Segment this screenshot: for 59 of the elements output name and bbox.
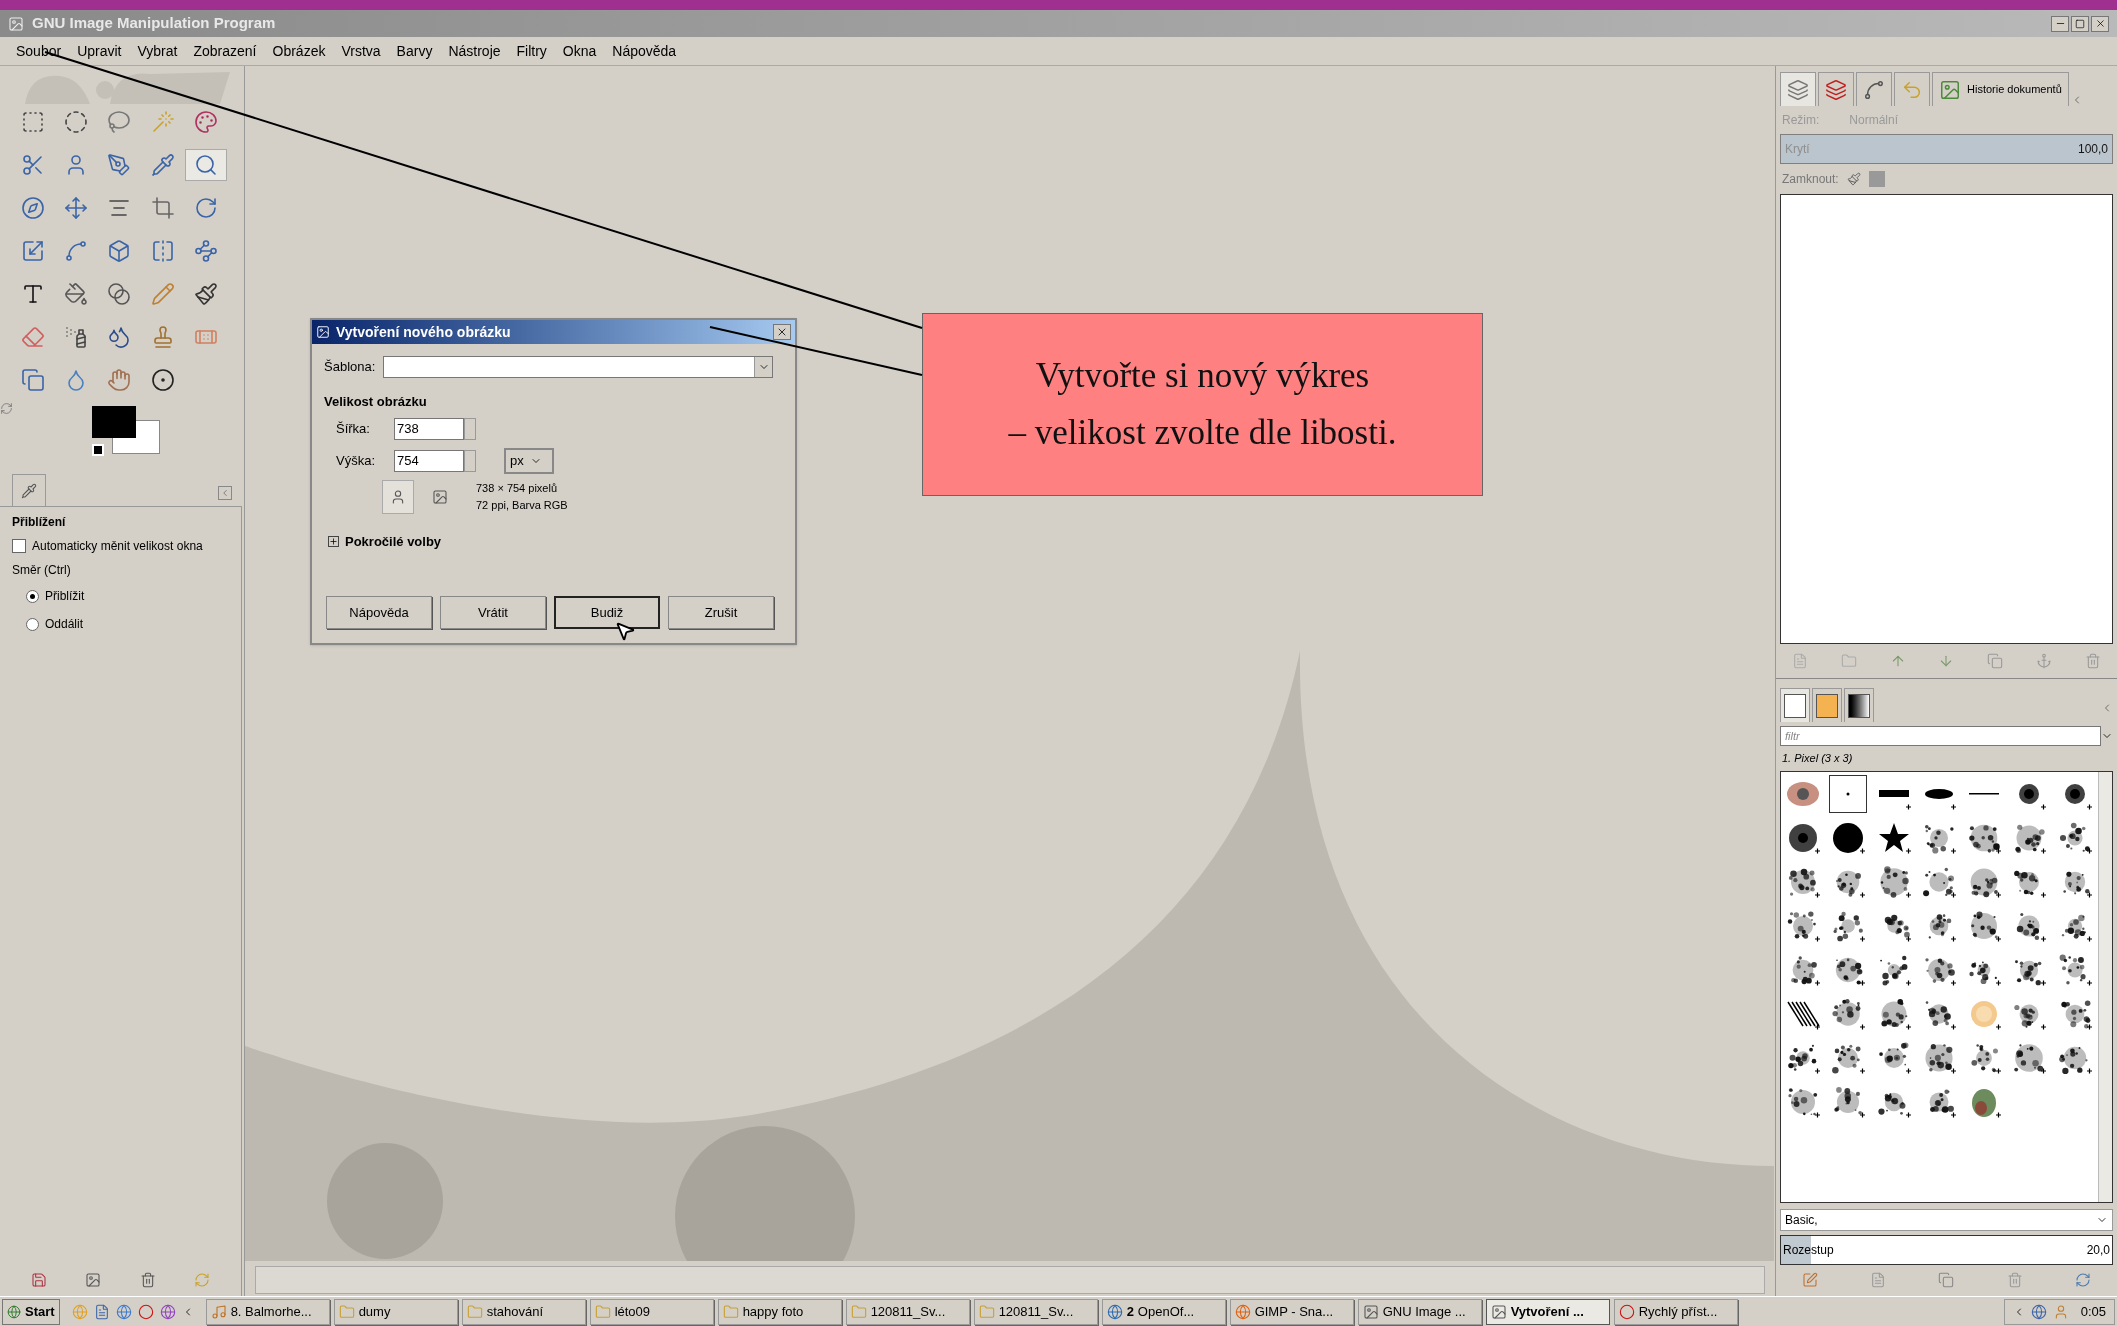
- taskbar-button[interactable]: 2 OpenOf...: [1101, 1298, 1226, 1325]
- taskbar-button[interactable]: 120811_Sv...: [845, 1298, 970, 1325]
- taskbar-button[interactable]: Vytvoření ...: [1485, 1298, 1610, 1325]
- width-label: Šířka:: [336, 419, 371, 438]
- taskbar-button[interactable]: léto09: [589, 1298, 714, 1325]
- dialog-button[interactable]: Nápověda: [326, 596, 432, 629]
- radio-label: Přiblížit: [45, 588, 85, 605]
- taskbar-button[interactable]: 8. Balmorhe...: [205, 1298, 330, 1325]
- direction-label: Směr (Ctrl): [12, 562, 72, 579]
- menu-item[interactable]: Nápověda: [608, 40, 681, 62]
- spacing-label: Rozestup: [1783, 1241, 1834, 1259]
- menu-item[interactable]: Vrstva: [337, 40, 385, 62]
- spacing-slider[interactable]: Rozestup 20,0: [1780, 1234, 2113, 1265]
- height-field[interactable]: 754: [394, 449, 464, 472]
- mode-label: Režim:: [1782, 112, 1820, 129]
- menu-item[interactable]: Soubor: [12, 40, 66, 62]
- checkbox-label: Automaticky měnit velikost okna: [32, 538, 203, 555]
- taskbar-button[interactable]: stahování: [461, 1298, 586, 1325]
- callout-text: Vytvořte si nový výkres: [1035, 355, 1370, 397]
- taskbar-button[interactable]: dumy: [333, 1298, 458, 1325]
- taskbar-button[interactable]: GIMP - Sna...: [1229, 1298, 1354, 1325]
- dialog-button[interactable]: Budiž: [554, 596, 660, 629]
- callout-text: – velikost zvolte dle libosti.: [1008, 411, 1397, 454]
- menu-item[interactable]: Obrázek: [268, 40, 330, 62]
- menu-item[interactable]: Filtry: [512, 40, 551, 62]
- unit-dropdown[interactable]: px: [504, 447, 554, 474]
- taskbar-button[interactable]: 120811_Sv...: [973, 1298, 1098, 1325]
- menu-item[interactable]: Nástroje: [444, 40, 505, 62]
- taskbar-button[interactable]: Rychlý příst...: [1613, 1298, 1738, 1325]
- brush-name: 1. Pixel (3 x 3): [1781, 751, 1854, 766]
- opacity-value: 100,0: [2077, 141, 2108, 158]
- lock-label: Zamknout:: [1782, 171, 1839, 188]
- menu-item[interactable]: Zobrazení: [189, 40, 261, 62]
- menu-item[interactable]: Vybrat: [133, 40, 182, 62]
- menu-item[interactable]: Okna: [558, 40, 601, 62]
- size-heading: Velikost obrázku: [324, 393, 428, 411]
- window-title: GNU Image Manipulation Program: [32, 13, 276, 34]
- start-button[interactable]: Start: [2, 1298, 60, 1325]
- menu-item[interactable]: Barvy: [392, 40, 437, 62]
- image-info-text: 738 × 754 pixelů: [476, 481, 559, 496]
- tool-options-title: Přiblížení: [12, 514, 67, 531]
- dialog-title: Vytvoření nového obrázku: [336, 322, 511, 342]
- radio-label: Oddálit: [45, 616, 84, 633]
- taskbar-button[interactable]: GNU Image ...: [1357, 1298, 1482, 1325]
- dialog-button[interactable]: Zrušit: [668, 596, 774, 629]
- clock: 0:05: [2080, 1302, 2106, 1321]
- dialog-button[interactable]: Vrátit: [440, 596, 546, 629]
- menu-item[interactable]: Upravit: [73, 40, 126, 62]
- mode-value: Normální: [1849, 112, 1899, 129]
- image-info-text: 72 ppi, Barva RGB: [476, 497, 568, 513]
- opacity-label: Krytí: [1785, 141, 1810, 158]
- advanced-options-expander[interactable]: Pokročilé volby: [345, 531, 442, 551]
- taskbar-button[interactable]: happy foto: [717, 1298, 842, 1325]
- template-label: Šablona:: [324, 358, 376, 377]
- filter-field[interactable]: filtr: [1780, 726, 2101, 746]
- height-label: Výška:: [336, 451, 376, 470]
- width-field[interactable]: 738: [394, 417, 464, 440]
- spacing-value: 20,0: [2086, 1241, 2110, 1259]
- tag-dropdown[interactable]: Basic,: [1780, 1208, 2113, 1231]
